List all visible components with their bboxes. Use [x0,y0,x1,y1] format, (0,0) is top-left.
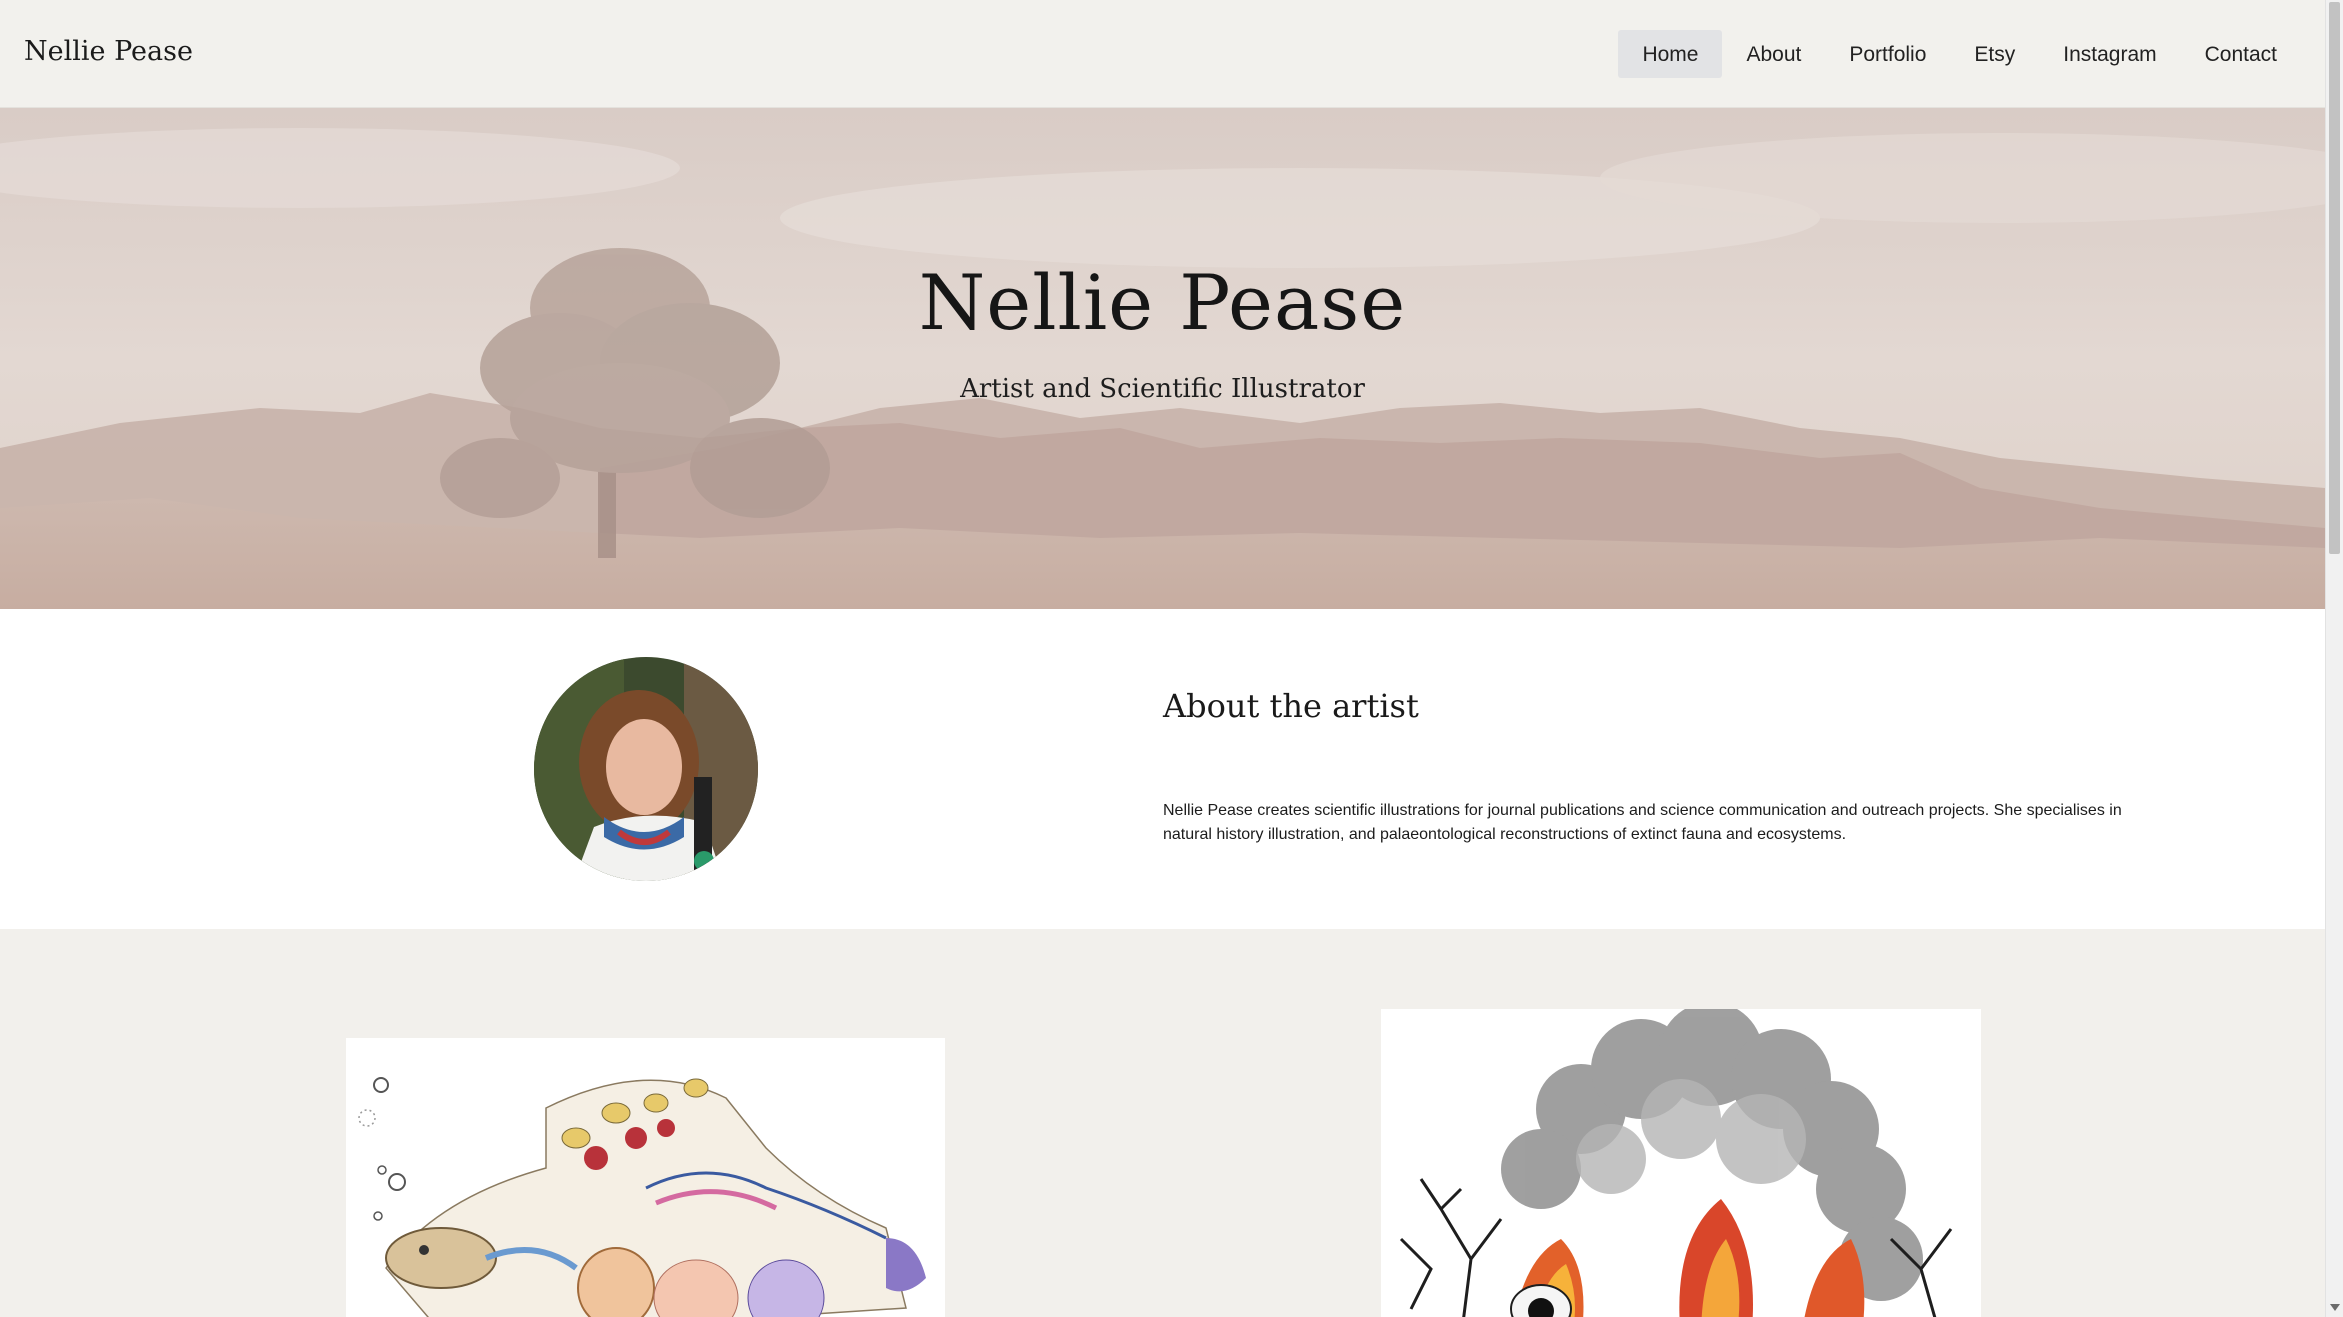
site-brand[interactable]: Nellie Pease [24,36,193,67]
nav-item-etsy[interactable]: Etsy [1950,30,2039,78]
about-title: About the artist [1163,687,1419,725]
page-scrollbar[interactable] [2325,0,2343,1317]
hero-title: Nellie Pease [918,258,1407,347]
nav-item-home[interactable]: Home [1618,30,1723,78]
nav-item-about[interactable]: About [1722,30,1825,78]
gallery-section [0,929,2325,1317]
hero-landscape-image [0,108,2325,609]
page: Nellie Pease Home About Portfolio Etsy I… [0,0,2325,1317]
artist-photo-image [534,657,758,881]
scroll-down-arrow-icon[interactable] [2330,1304,2340,1311]
about-section: About the artist Nellie Pease creates sc… [0,609,2325,929]
site-header: Nellie Pease Home About Portfolio Etsy I… [0,0,2325,108]
hero-banner: Nellie Pease Artist and Scientific Illus… [0,108,2325,609]
sea-turtle-illustration [346,1038,945,1317]
nav-item-contact[interactable]: Contact [2181,30,2301,78]
about-text: Nellie Pease creates scientific illustra… [1163,802,2122,843]
scrollbar-thumb[interactable] [2329,2,2340,554]
hero-subtitle: Artist and Scientific Illustrator [960,374,1365,404]
nav-item-instagram[interactable]: Instagram [2039,30,2180,78]
artist-avatar [534,657,758,881]
artwork-bushfire-koala[interactable] [1381,1009,1981,1317]
artwork-sea-turtle[interactable] [346,1038,945,1317]
bushfire-illustration [1381,1009,1981,1317]
main-nav: Home About Portfolio Etsy Instagram Cont… [1618,30,2301,78]
nav-item-portfolio[interactable]: Portfolio [1825,30,1950,78]
